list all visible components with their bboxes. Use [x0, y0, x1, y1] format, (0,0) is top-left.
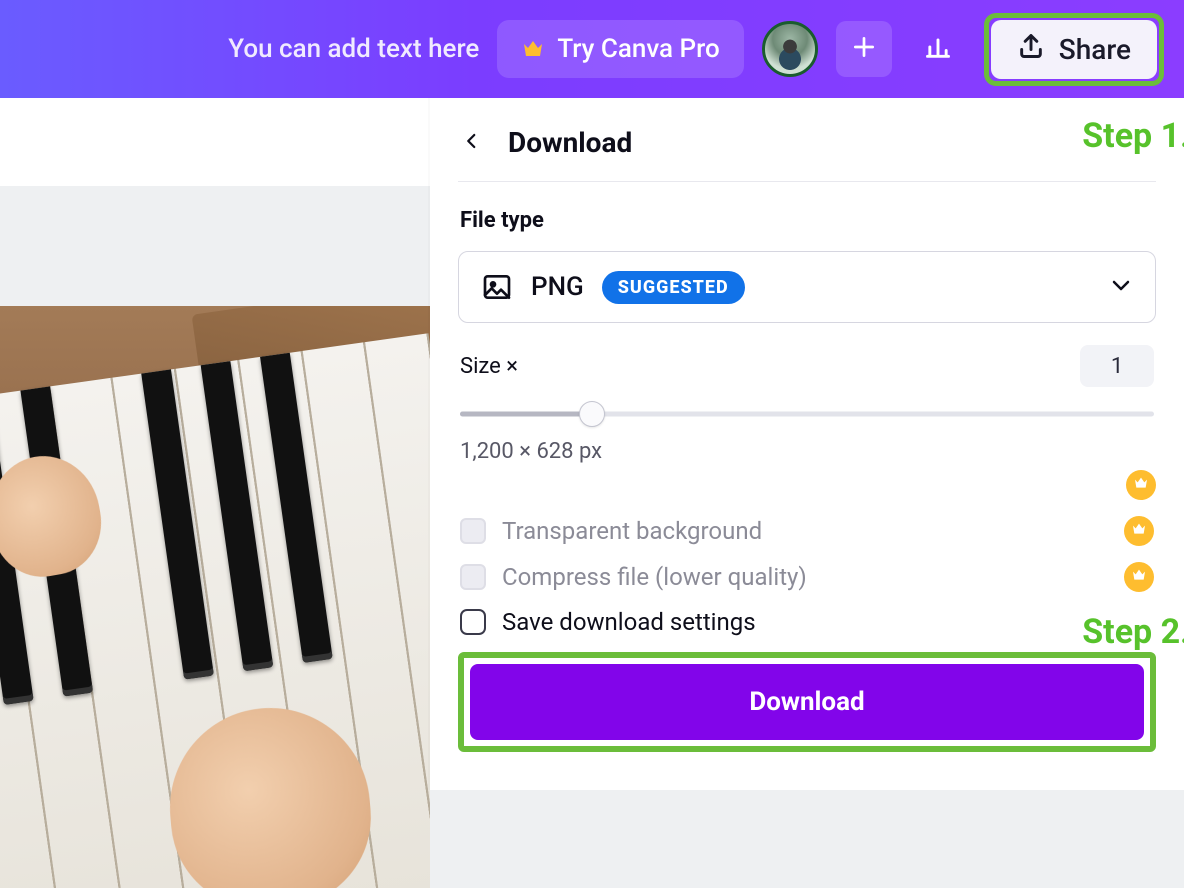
option-save-settings[interactable]: Save download settings	[460, 608, 1154, 636]
suggested-badge: SUGGESTED	[602, 271, 745, 304]
annotation-step-2: Step 2.	[1082, 612, 1184, 652]
analytics-button[interactable]	[910, 21, 966, 77]
header-placeholder-text[interactable]: You can add text here	[228, 34, 479, 64]
try-canva-pro-button[interactable]: Try Canva Pro	[497, 20, 743, 78]
slider-thumb[interactable]	[579, 401, 605, 427]
label-save-settings: Save download settings	[502, 608, 756, 636]
size-row: Size × 1	[460, 345, 1154, 387]
crown-icon	[1131, 521, 1147, 541]
crown-icon	[1133, 475, 1149, 495]
bar-chart-icon	[924, 33, 952, 65]
chevron-left-icon	[463, 127, 481, 159]
checkbox-compress[interactable]	[460, 564, 486, 590]
size-label: Size ×	[460, 354, 518, 379]
option-transparent-background[interactable]: Transparent background	[460, 516, 1154, 546]
checkbox-save-settings[interactable]	[460, 609, 486, 635]
slider-fill	[460, 412, 592, 417]
label-compress: Compress file (lower quality)	[502, 563, 807, 591]
back-button[interactable]	[458, 129, 486, 157]
pro-badge-size	[1126, 470, 1156, 500]
download-panel-header: Download	[458, 98, 1156, 182]
pro-badge-compress	[1124, 562, 1154, 592]
upload-icon	[1017, 32, 1045, 67]
image-icon	[481, 271, 513, 303]
crown-icon	[1131, 567, 1147, 587]
option-compress-file[interactable]: Compress file (lower quality)	[460, 562, 1154, 592]
try-canva-pro-label: Try Canva Pro	[557, 34, 719, 64]
user-avatar[interactable]	[762, 21, 818, 77]
output-dimensions: 1,200 × 628 px	[460, 439, 1154, 464]
file-type-dropdown[interactable]: PNG SUGGESTED	[458, 251, 1156, 323]
share-label: Share	[1059, 33, 1131, 66]
share-button[interactable]: Share	[991, 20, 1157, 79]
checkbox-transparent[interactable]	[460, 518, 486, 544]
canvas-image-piano[interactable]	[0, 306, 430, 888]
crown-icon	[521, 37, 545, 61]
file-type-section-label: File type	[460, 208, 1154, 233]
download-button[interactable]: Download	[470, 664, 1144, 740]
size-slider[interactable]	[460, 399, 1154, 429]
share-button-highlight: Share	[984, 13, 1164, 86]
download-button-highlight: Download	[458, 652, 1156, 752]
plus-icon	[851, 34, 877, 64]
app-header: You can add text here Try Canva Pro Shar…	[0, 0, 1184, 98]
file-type-value: PNG	[531, 272, 584, 302]
size-multiplier-input[interactable]: 1	[1080, 345, 1154, 387]
download-panel: Download Step 1. File type PNG SUGGESTED…	[430, 98, 1184, 790]
label-transparent: Transparent background	[502, 517, 762, 545]
add-button[interactable]	[836, 21, 892, 77]
pro-badge-transparent	[1124, 516, 1154, 546]
chevron-down-icon	[1109, 273, 1133, 301]
download-panel-title: Download	[508, 126, 632, 159]
annotation-step-1: Step 1.	[1082, 116, 1184, 156]
